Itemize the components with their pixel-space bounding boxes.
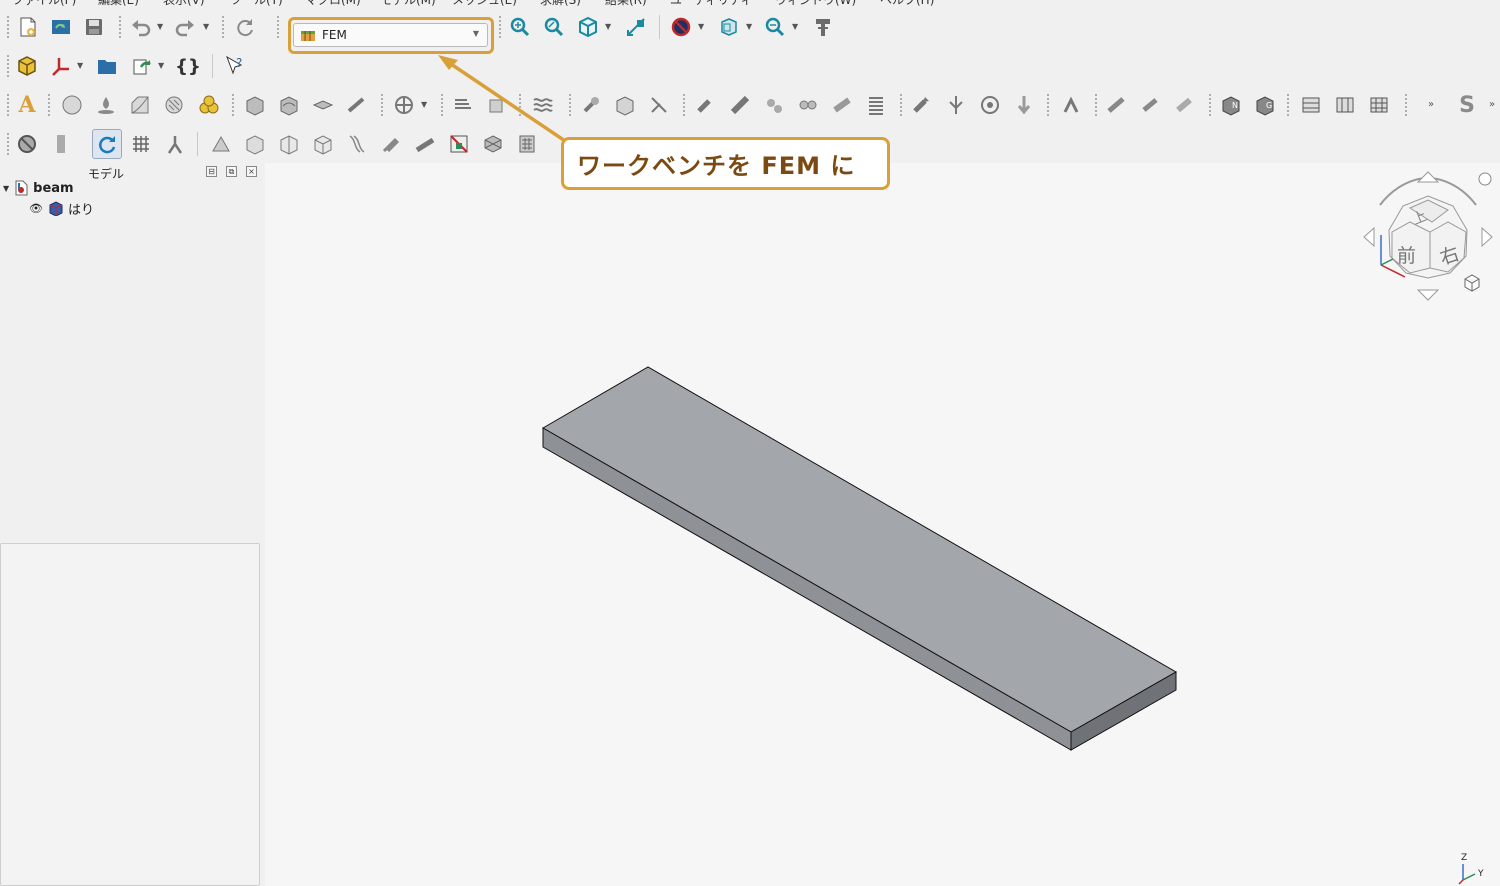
- instruction-callout: ワークベンチを FEM に: [561, 137, 890, 190]
- annotation-arrow: [438, 55, 578, 151]
- freecad-window: ファイル(F) 編集(E) 表示(V) ツール(T) マクロ(M) モデル(M)…: [0, 0, 1500, 886]
